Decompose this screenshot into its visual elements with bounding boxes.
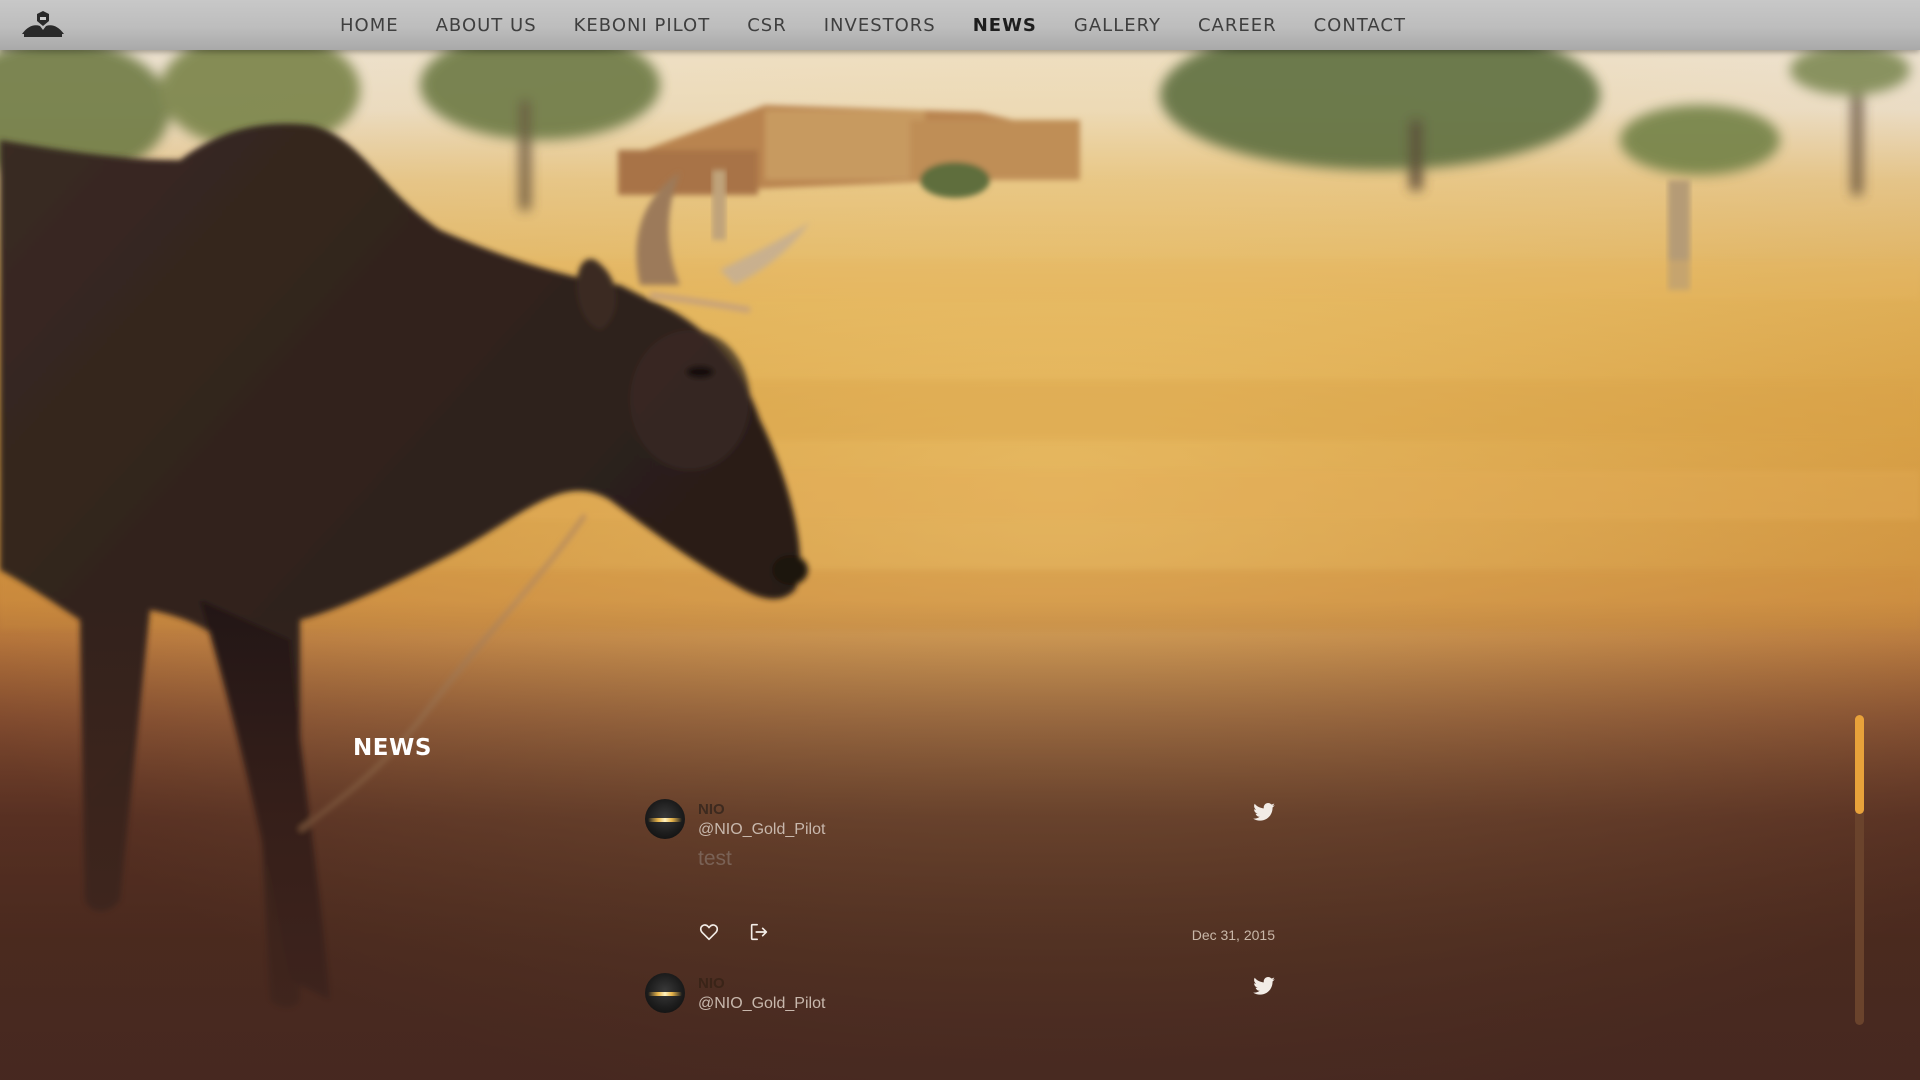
avatar[interactable] [645,799,685,839]
company-emblem-icon[interactable] [18,8,68,40]
twitter-feed: NIO @NIO_Gold_Pilot test Dec 31, 2015 NI… [645,795,1275,1039]
author-handle[interactable]: @NIO_Gold_Pilot [698,821,825,839]
nav-item-career[interactable]: CAREER [1198,15,1277,36]
tweet-text: test [698,847,732,870]
avatar[interactable] [645,973,685,1013]
main-nav: HOME ABOUT US KEBONI PILOT CSR INVESTORS NEWS… [340,0,1443,50]
author-name[interactable]: NIO [698,801,825,818]
twitter-bird-icon[interactable] [1253,977,1275,995]
nav-item-news[interactable]: NEWS [973,15,1037,36]
heart-icon[interactable] [698,921,720,943]
news-section-title: NEWS [353,735,432,761]
tweet-author: NIO @NIO_Gold_Pilot [698,975,825,1013]
nav-item-about-us[interactable]: ABOUT US [436,15,537,36]
nav-item-home[interactable]: HOME [340,15,399,36]
tweet-author: NIO @NIO_Gold_Pilot [698,801,825,839]
author-handle[interactable]: @NIO_Gold_Pilot [698,995,825,1013]
tweet-actions [698,921,798,943]
tweet-card: NIO @NIO_Gold_Pilot [645,969,1275,1039]
nav-item-csr[interactable]: CSR [747,15,787,36]
nav-item-contact[interactable]: CONTACT [1314,15,1406,36]
nav-item-keboni-pilot[interactable]: KEBONI PILOT [574,15,711,36]
feed-scrollbar[interactable] [1855,715,1864,1025]
tweet-card: NIO @NIO_Gold_Pilot test Dec 31, 2015 [645,795,1275,969]
nav-item-gallery[interactable]: GALLERY [1074,15,1161,36]
top-navigation-bar: HOME ABOUT US KEBONI PILOT CSR INVESTORS NEWS… [0,0,1920,50]
tweet-date[interactable]: Dec 31, 2015 [1192,927,1275,943]
twitter-bird-icon[interactable] [1253,803,1275,821]
feed-scrollbar-thumb[interactable] [1855,715,1864,814]
author-name[interactable]: NIO [698,975,825,992]
share-arrow-icon[interactable] [748,921,770,943]
nav-item-investors[interactable]: INVESTORS [824,15,936,36]
